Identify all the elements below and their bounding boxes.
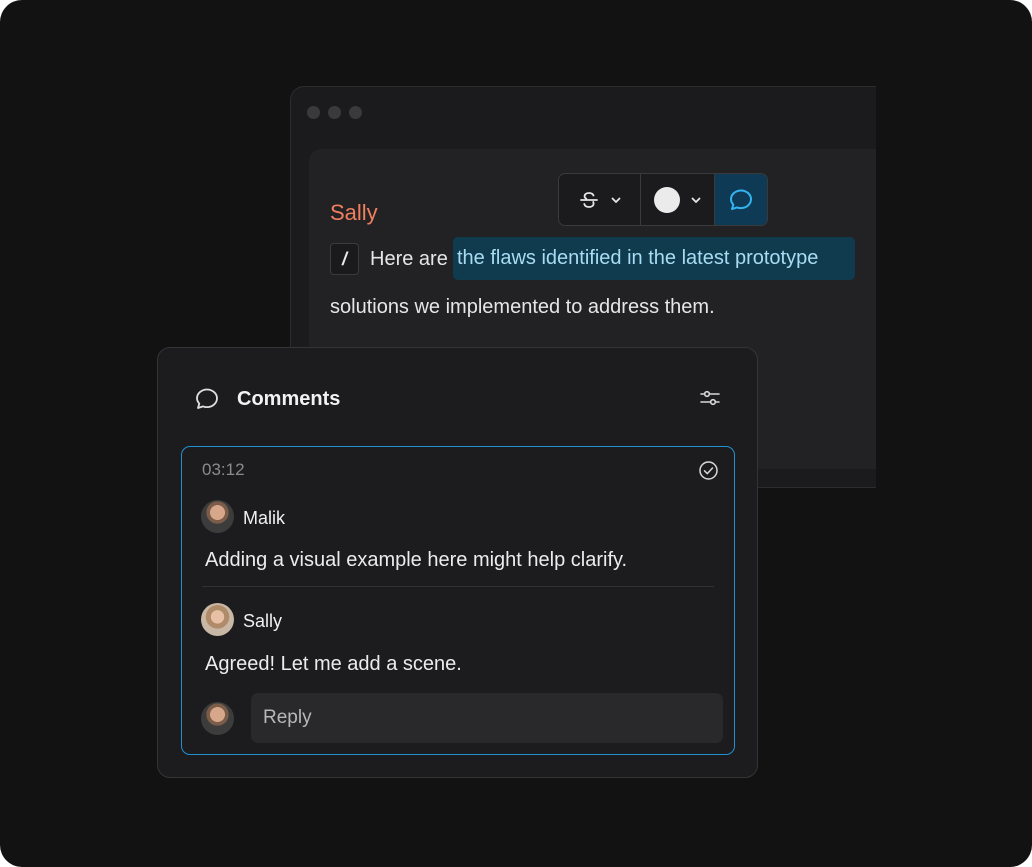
comments-panel: Comments 03:12 Malik Adding a visual exa… <box>157 347 758 778</box>
comment-icon <box>730 189 752 210</box>
author-name: Sally <box>330 200 378 225</box>
comment-text: Adding a visual example here might help … <box>205 549 628 571</box>
divider <box>202 586 714 587</box>
avatar <box>201 702 234 735</box>
text-line-2[interactable]: solutions we implemented to address them… <box>330 296 715 319</box>
stage: Sally / Here are the flaws identified in… <box>0 0 1032 867</box>
add-comment-button[interactable] <box>715 174 767 225</box>
reply-input[interactable]: Reply <box>251 693 723 743</box>
highlighted-text[interactable]: the flaws identified in the latest proto… <box>453 237 855 280</box>
strikethrough-icon <box>579 191 598 208</box>
window-dot[interactable] <box>328 106 341 119</box>
format-toolbar <box>558 173 768 226</box>
color-dropdown[interactable] <box>641 174 715 225</box>
comment-icon <box>196 388 218 409</box>
backdrop <box>876 80 1032 500</box>
comments-header: Comments <box>193 385 340 413</box>
chevron-down-icon <box>611 197 620 203</box>
strikethrough-dropdown[interactable] <box>559 174 641 225</box>
chevron-down-icon <box>691 197 700 203</box>
color-swatch <box>653 186 680 213</box>
thread-timestamp[interactable]: 03:12 <box>202 460 245 480</box>
avatar <box>201 500 234 533</box>
slash-command-button[interactable]: / <box>330 243 359 275</box>
text-line-1[interactable]: Here are <box>370 248 448 271</box>
commenter-name: Sally <box>243 611 283 631</box>
window-controls <box>307 106 362 119</box>
comment-thread[interactable]: 03:12 Malik Adding a visual example here… <box>181 446 735 755</box>
resolve-check-icon[interactable] <box>698 460 719 481</box>
avatar <box>201 603 234 636</box>
filter-icon[interactable] <box>698 386 722 410</box>
window-dot[interactable] <box>307 106 320 119</box>
comment-text: Agreed! Let me add a scene. <box>205 653 462 675</box>
panel-title: Comments <box>237 387 341 410</box>
window-dot[interactable] <box>349 106 362 119</box>
commenter-name: Malik <box>243 508 286 528</box>
